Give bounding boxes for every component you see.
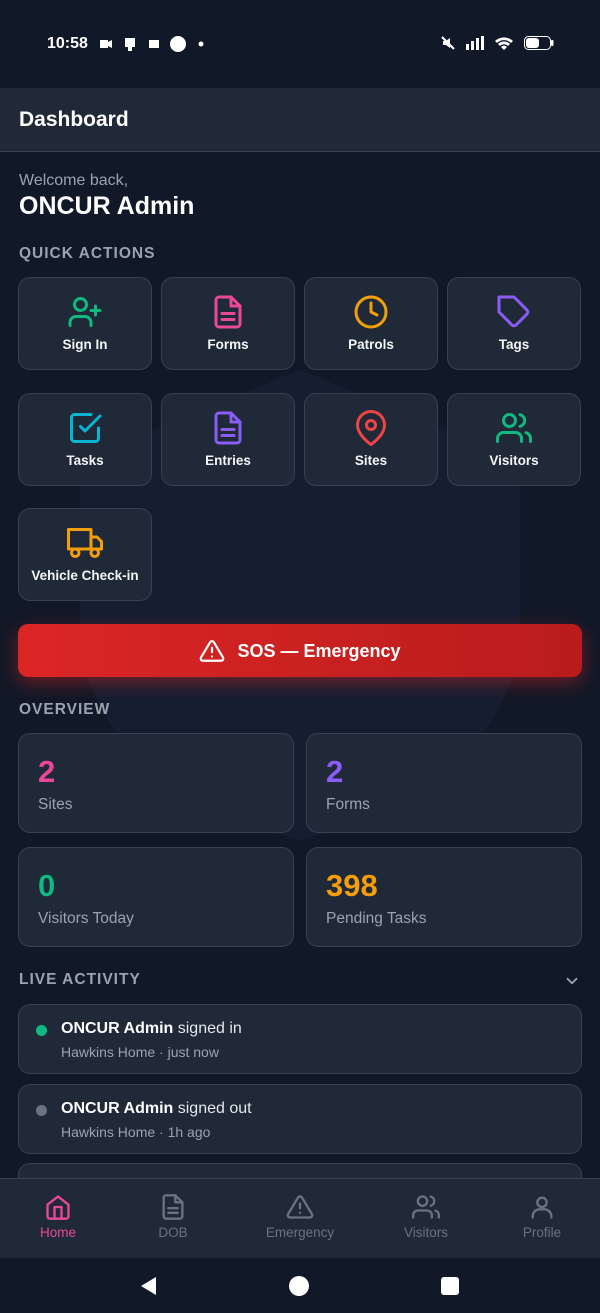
nav-item-visitors[interactable]: Visitors	[366, 1179, 486, 1259]
activity-time: 1h ago	[167, 1124, 211, 1140]
map-pin-icon	[356, 410, 386, 446]
truck-icon	[67, 528, 103, 558]
chevron-down-icon[interactable]	[563, 972, 581, 990]
stat-value: 398	[326, 868, 378, 903]
activity-action: signed in	[177, 1020, 242, 1037]
quick-action-label: Tags	[498, 337, 530, 352]
recents-icon[interactable]	[438, 1274, 462, 1298]
users-icon	[496, 413, 532, 443]
overview-heading: OVERVIEW	[19, 701, 111, 718]
home-icon	[46, 1195, 70, 1220]
cast-icon	[125, 38, 135, 51]
document-icon	[214, 295, 242, 329]
wifi-icon	[495, 37, 513, 50]
app-bar: Dashboard	[0, 88, 600, 152]
mute-icon	[441, 36, 455, 50]
bottom-navigation: Home DOB Emergency Visitors Profile	[0, 1178, 600, 1258]
activity-action: signed out	[177, 1100, 252, 1117]
quick-action-label: Patrols	[348, 337, 394, 352]
status-dot-online	[36, 1025, 47, 1036]
stat-card-visitors-today[interactable]: 0 Visitors Today	[18, 847, 294, 947]
activity-location: Hawkins Home	[61, 1044, 156, 1060]
quick-action-label: Forms	[207, 337, 249, 352]
quick-action-tasks[interactable]: Tasks	[18, 393, 152, 486]
document-icon	[214, 411, 242, 445]
status-dot-offline	[36, 1105, 47, 1116]
quick-action-visitors[interactable]: Visitors	[447, 393, 581, 486]
nav-item-profile[interactable]: Profile	[482, 1179, 600, 1259]
page-title: Dashboard	[19, 108, 129, 131]
stat-value: 0	[38, 868, 56, 903]
clock-icon	[354, 295, 388, 329]
dashboard-content[interactable]: Welcome back, ONCUR Admin QUICK ACTIONS …	[0, 152, 600, 1178]
stat-value: 2	[326, 754, 344, 789]
stat-label: Forms	[326, 796, 370, 813]
back-icon[interactable]	[137, 1274, 161, 1298]
quick-action-sign-in[interactable]: Sign In	[18, 277, 152, 370]
quick-action-label: Vehicle Check-in	[31, 568, 139, 583]
document-icon	[162, 1194, 184, 1220]
quick-action-sites[interactable]: Sites	[304, 393, 438, 486]
quick-action-label: Sign In	[62, 337, 108, 352]
battery-icon	[524, 36, 554, 50]
stat-label: Visitors Today	[38, 910, 134, 927]
user-icon	[531, 1196, 553, 1219]
checkbox-icon	[70, 413, 102, 443]
stat-card-pending-tasks[interactable]: 398 Pending Tasks	[306, 847, 582, 947]
quick-action-entries[interactable]: Entries	[161, 393, 295, 486]
status-bar: 10:58	[0, 0, 600, 88]
nav-label: Profile	[522, 1225, 562, 1240]
stat-label: Pending Tasks	[326, 910, 427, 927]
quick-action-patrols[interactable]: Patrols	[304, 277, 438, 370]
warning-icon	[200, 640, 225, 662]
activity-item[interactable]: ONCUR Admin signed in Hawkins Home · jus…	[18, 1004, 582, 1074]
nav-item-dob[interactable]: DOB	[113, 1179, 233, 1259]
signal-icon	[466, 36, 484, 50]
stat-label: Sites	[38, 796, 73, 813]
activity-item-partial[interactable]	[18, 1163, 582, 1178]
quick-action-label: Entries	[205, 453, 251, 468]
more-notifications-dot	[198, 41, 204, 47]
nav-label: Home	[39, 1225, 76, 1240]
quick-action-label: Sites	[354, 453, 388, 468]
quick-action-label: Tasks	[66, 453, 104, 468]
activity-location: Hawkins Home	[61, 1124, 156, 1140]
tag-icon	[497, 295, 530, 328]
users-icon	[412, 1195, 440, 1219]
stat-card-sites[interactable]: 2 Sites	[18, 733, 294, 833]
notification-app-icon	[100, 40, 112, 48]
nav-item-home[interactable]: Home	[0, 1179, 118, 1259]
nav-item-emergency[interactable]: Emergency	[240, 1179, 360, 1259]
user-plus-icon	[68, 297, 102, 327]
quick-action-tags[interactable]: Tags	[447, 277, 581, 370]
welcome-greeting: Welcome back,	[19, 172, 129, 189]
sos-label: SOS — Emergency	[237, 640, 401, 661]
system-navigation-bar	[0, 1258, 600, 1313]
activity-time: just now	[167, 1044, 219, 1060]
nav-label: Visitors	[403, 1225, 448, 1240]
activity-item[interactable]: ONCUR Admin signed out Hawkins Home · 1h…	[18, 1084, 582, 1154]
nav-label: DOB	[158, 1225, 188, 1240]
quick-actions-heading: QUICK ACTIONS	[19, 245, 156, 262]
welcome-user-name: ONCUR Admin	[19, 192, 195, 220]
live-activity-heading: LIVE ACTIVITY	[19, 971, 141, 988]
home-circle-icon[interactable]	[287, 1274, 311, 1298]
sos-emergency-button[interactable]: SOS — Emergency	[18, 624, 582, 677]
circle-notification-icon	[170, 36, 186, 52]
quick-action-label: Visitors	[489, 453, 539, 468]
activity-user: ONCUR Admin	[61, 1020, 174, 1037]
warning-icon	[286, 1195, 314, 1219]
quick-action-vehicle-check-in[interactable]: Vehicle Check-in	[18, 508, 152, 601]
quick-action-forms[interactable]: Forms	[161, 277, 295, 370]
nav-label: Emergency	[265, 1225, 335, 1240]
stat-card-forms[interactable]: 2 Forms	[306, 733, 582, 833]
status-time: 10:58	[47, 35, 88, 52]
square-notification-icon	[149, 40, 159, 48]
activity-user: ONCUR Admin	[61, 1100, 174, 1117]
stat-value: 2	[38, 754, 56, 789]
